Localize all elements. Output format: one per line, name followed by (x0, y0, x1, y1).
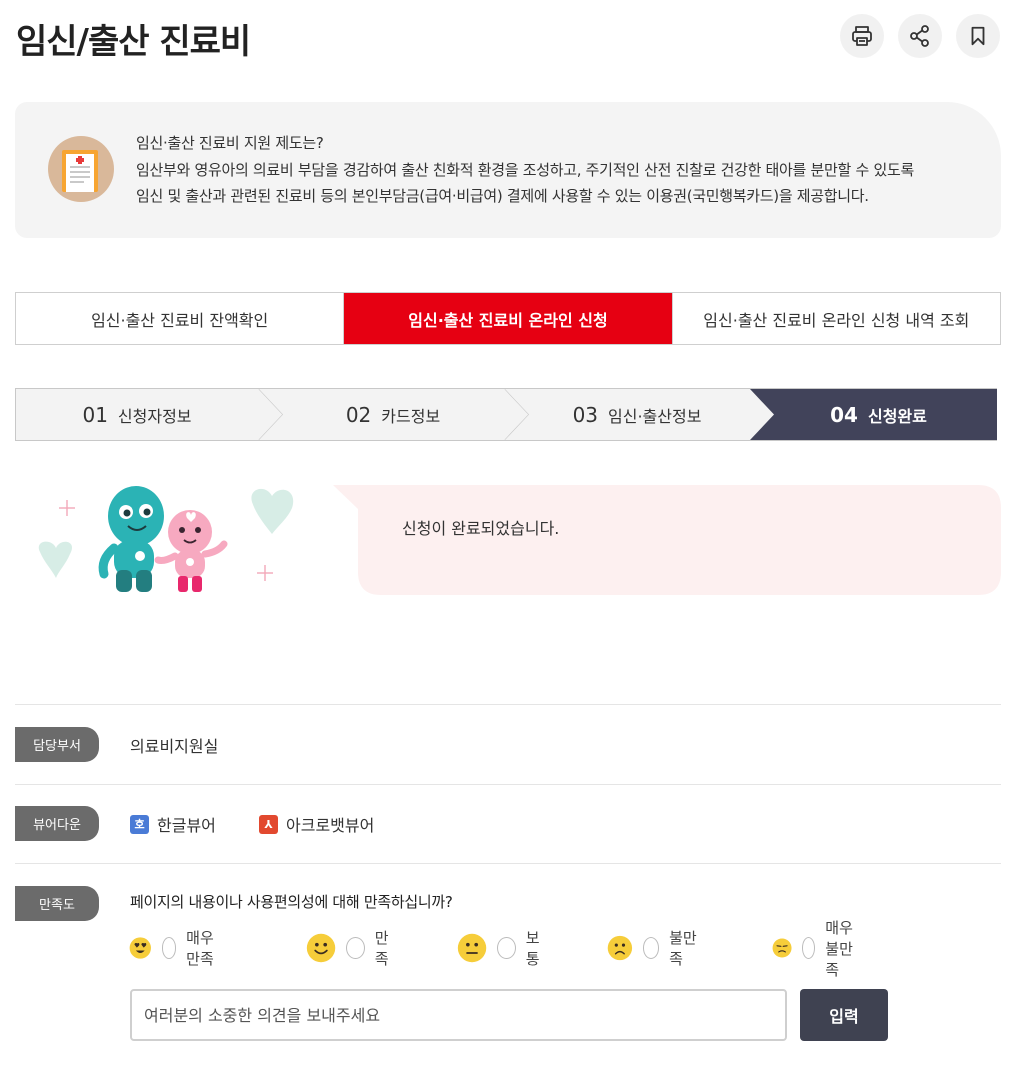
rating-radio[interactable] (802, 937, 816, 959)
neutral-face-icon (457, 933, 487, 963)
submit-opinion-button[interactable]: 입력 (800, 989, 888, 1041)
step-label: 임신·출산정보 (608, 406, 702, 426)
program-description-line: 임산부와 영유아의 의료비 부담을 경감하여 출산 친화적 환경을 조성하고, … (136, 160, 914, 179)
opinion-input[interactable] (130, 989, 787, 1041)
satisfaction-badge: 만족도 (15, 886, 99, 921)
rating-radio[interactable] (642, 937, 660, 959)
department-name: 의료비지원실 (130, 737, 219, 756)
rating-label: 만족 (374, 929, 389, 968)
service-tabs: 임신·출산 진료비 잔액확인 임신·출산 진료비 온라인 신청 임신·출산 진료… (15, 292, 1001, 345)
print-button[interactable] (840, 14, 884, 58)
acrobat-viewer-label: 아크로뱃뷰어 (286, 816, 375, 835)
department-badge: 담당부서 (15, 727, 99, 762)
rating-dissatisfied[interactable]: 불만족 (607, 929, 699, 968)
rating-radio[interactable] (161, 937, 177, 959)
medical-document-icon (48, 136, 114, 202)
acrobat-viewer-link[interactable]: ⅄ 아크로뱃뷰어 (259, 812, 374, 836)
rating-satisfied[interactable]: 만족 (306, 929, 398, 968)
step-number: 04 (830, 402, 858, 427)
program-info-box: 임신·출산 진료비 지원 제도는? 임산부와 영유아의 의료비 부담을 경감하여… (15, 102, 1001, 238)
tab-online-application[interactable]: 임신·출산 진료비 온라인 신청 (344, 293, 673, 344)
step-applicant-info: 01 신청자정보 (15, 388, 259, 441)
divider (15, 704, 1001, 705)
mascot-illustration (38, 486, 294, 592)
application-steps: 01 신청자정보 02 카드정보 03 임신·출산정보 04 신청완료 (15, 388, 997, 441)
unamused-face-icon (772, 938, 792, 958)
step-pregnancy-info: 03 임신·출산정보 (515, 388, 759, 441)
smile-face-icon (306, 933, 336, 963)
bookmark-button[interactable] (956, 14, 1000, 58)
pdf-file-icon: ⅄ (259, 814, 278, 834)
step-number: 03 (572, 402, 599, 427)
program-description: 임신·출산 진료비 지원 제도는? 임산부와 영유아의 의료비 부담을 경감하여… (136, 130, 914, 210)
rating-radio[interactable] (346, 937, 365, 959)
rating-label: 보통 (525, 929, 540, 968)
program-description-title: 임신·출산 진료비 지원 제도는? (136, 134, 324, 152)
tab-application-history[interactable]: 임신·출산 진료비 온라인 신청 내역 조회 (673, 293, 1000, 344)
printer-icon (852, 26, 872, 46)
step-label: 카드정보 (381, 406, 441, 426)
rating-label: 매우불만족 (825, 918, 853, 979)
tab-balance-check[interactable]: 임신·출산 진료비 잔액확인 (16, 293, 345, 344)
program-description-line: 임신 및 출산과 관련된 진료비 등의 본인부담금(급여·비급여) 결제에 사용… (136, 187, 869, 205)
frown-face-icon (607, 935, 633, 961)
bookmark-icon (971, 26, 985, 46)
rating-very-satisfied[interactable]: 매우만족 (129, 929, 221, 968)
hwp-viewer-label: 한글뷰어 (157, 816, 216, 835)
step-label: 신청자정보 (117, 406, 192, 426)
rating-neutral[interactable]: 보통 (457, 929, 549, 968)
completion-message: 신청이 완료되었습니다. (402, 519, 560, 538)
step-number: 01 (82, 402, 108, 427)
share-button[interactable] (898, 14, 942, 58)
rating-radio[interactable] (497, 937, 516, 959)
rating-label: 불만족 (669, 929, 697, 968)
hwp-file-icon: 호 (130, 814, 149, 834)
hwp-viewer-link[interactable]: 호 한글뷰어 (130, 812, 216, 836)
rating-label: 매우만족 (186, 929, 214, 968)
page-title: 임신/출산 진료비 (16, 22, 251, 62)
step-number: 02 (345, 402, 372, 427)
heart-eyes-face-icon (129, 937, 151, 959)
step-label: 신청완료 (867, 406, 927, 426)
step-complete: 04 신청완료 (760, 388, 997, 441)
satisfaction-question: 페이지의 내용이나 사용편의성에 대해 만족하십니까? (130, 893, 453, 911)
completion-bubble (333, 485, 1001, 595)
viewer-download-badge: 뷰어다운 (15, 806, 99, 841)
divider (15, 863, 1001, 864)
share-icon (910, 25, 929, 47)
divider (15, 784, 1001, 785)
rating-very-dissatisfied[interactable]: 매우불만족 (772, 919, 864, 979)
header-actions (840, 14, 1000, 58)
step-card-info: 02 카드정보 (271, 388, 515, 441)
